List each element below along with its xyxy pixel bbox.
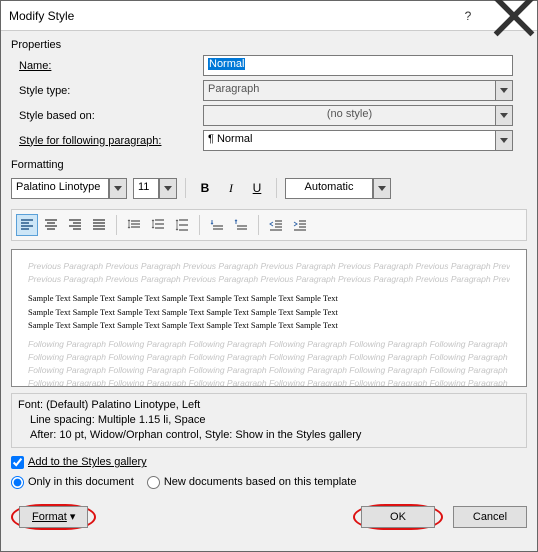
separator	[276, 178, 277, 198]
preview-next-paragraph: Following Paragraph Following Paragraph …	[28, 351, 510, 364]
properties-heading: Properties	[11, 39, 527, 51]
style-based-field: (no style)	[203, 105, 495, 126]
close-button[interactable]	[491, 1, 537, 31]
following-dropdown[interactable]	[495, 130, 513, 151]
formatting-heading: Formatting	[11, 159, 527, 171]
style-based-label: Style based on:	[11, 110, 203, 122]
following-label: Style for following paragraph:	[11, 135, 203, 147]
preview-sample-text: Sample Text Sample Text Sample Text Samp…	[28, 306, 510, 319]
italic-button[interactable]: I	[220, 177, 242, 199]
font-color-field[interactable]: Automatic	[285, 178, 373, 199]
name-label: Name:	[11, 60, 203, 72]
style-type-field: Paragraph	[203, 80, 495, 101]
style-type-dropdown[interactable]	[495, 80, 513, 101]
align-toolbar	[11, 209, 527, 241]
window-title: Modify Style	[1, 9, 445, 23]
spacing-single-button[interactable]	[123, 214, 145, 236]
desc-line3: After: 10 pt, Widow/Orphan control, Styl…	[18, 428, 520, 443]
separator	[258, 215, 259, 235]
cancel-button[interactable]: Cancel	[453, 506, 527, 528]
new-documents-radio[interactable]: New documents based on this template	[147, 476, 357, 489]
format-button[interactable]: Format ▾	[19, 506, 88, 528]
align-center-button[interactable]	[40, 214, 62, 236]
format-highlight: Format ▾	[11, 504, 96, 530]
align-left-button[interactable]	[16, 214, 38, 236]
font-name-field[interactable]: Palatino Linotype	[11, 178, 109, 199]
name-field[interactable]: Normal	[203, 55, 513, 76]
font-color-dropdown[interactable]	[373, 178, 391, 199]
separator	[116, 215, 117, 235]
chevron-down-icon: ▾	[70, 511, 76, 523]
ok-button[interactable]: OK	[361, 506, 435, 528]
titlebar: Modify Style ?	[1, 1, 537, 31]
style-description: Font: (Default) Palatino Linotype, Left …	[11, 393, 527, 448]
font-size-field[interactable]: 11	[133, 178, 159, 199]
preview-next-paragraph: Following Paragraph Following Paragraph …	[28, 377, 510, 387]
preview-sample-text: Sample Text Sample Text Sample Text Samp…	[28, 319, 510, 332]
desc-line2: Line spacing: Multiple 1.15 li, Space	[18, 413, 520, 428]
preview-pane: Previous Paragraph Previous Paragraph Pr…	[11, 249, 527, 387]
preview-sample-text: Sample Text Sample Text Sample Text Samp…	[28, 292, 510, 305]
preview-prev-paragraph: Previous Paragraph Previous Paragraph Pr…	[28, 260, 510, 273]
following-field[interactable]: ¶ Normal	[203, 130, 495, 151]
format-toolbar: Palatino Linotype 11 B I U Automatic	[11, 177, 527, 199]
only-document-radio[interactable]: Only in this document	[11, 476, 134, 489]
ok-highlight: OK	[353, 504, 443, 530]
space-before-dec-button[interactable]	[230, 214, 252, 236]
add-gallery-checkbox[interactable]: Add to the Styles gallery	[11, 456, 147, 469]
font-size-dropdown[interactable]	[159, 178, 177, 199]
bold-button[interactable]: B	[194, 177, 216, 199]
help-button[interactable]: ?	[445, 1, 491, 31]
space-before-inc-button[interactable]	[206, 214, 228, 236]
separator	[199, 215, 200, 235]
preview-next-paragraph: Following Paragraph Following Paragraph …	[28, 338, 510, 351]
preview-prev-paragraph: Previous Paragraph Previous Paragraph Pr…	[28, 273, 510, 286]
decrease-indent-button[interactable]	[265, 214, 287, 236]
font-name-dropdown[interactable]	[109, 178, 127, 199]
align-justify-button[interactable]	[88, 214, 110, 236]
spacing-double-button[interactable]	[171, 214, 193, 236]
style-based-dropdown[interactable]	[495, 105, 513, 126]
style-type-label: Style type:	[11, 85, 203, 97]
desc-line1: Font: (Default) Palatino Linotype, Left	[18, 398, 520, 413]
underline-button[interactable]: U	[246, 177, 268, 199]
spacing-onehalf-button[interactable]	[147, 214, 169, 236]
separator	[185, 178, 186, 198]
increase-indent-button[interactable]	[289, 214, 311, 236]
preview-next-paragraph: Following Paragraph Following Paragraph …	[28, 364, 510, 377]
dialog-body: Properties Name: Normal Style type: Para…	[1, 31, 537, 538]
align-right-button[interactable]	[64, 214, 86, 236]
